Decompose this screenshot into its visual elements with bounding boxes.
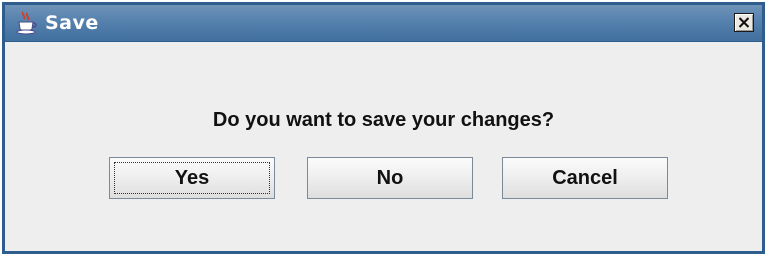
close-button[interactable] xyxy=(734,13,754,32)
no-button-label: No xyxy=(376,167,404,189)
title-bar[interactable]: Save xyxy=(5,5,762,42)
cancel-button-label: Cancel xyxy=(552,167,618,189)
dialog-message: Do you want to save your changes? xyxy=(212,109,555,131)
save-dialog: Save Do you want to save your changes? Y… xyxy=(2,2,765,254)
yes-button[interactable]: Yes xyxy=(109,157,275,199)
close-x-icon xyxy=(738,17,750,28)
cancel-button[interactable]: Cancel xyxy=(502,157,668,199)
yes-button-label: Yes xyxy=(174,167,210,189)
no-button[interactable]: No xyxy=(307,157,473,199)
window-title: Save xyxy=(45,12,99,34)
java-coffee-cup-icon xyxy=(15,11,41,35)
